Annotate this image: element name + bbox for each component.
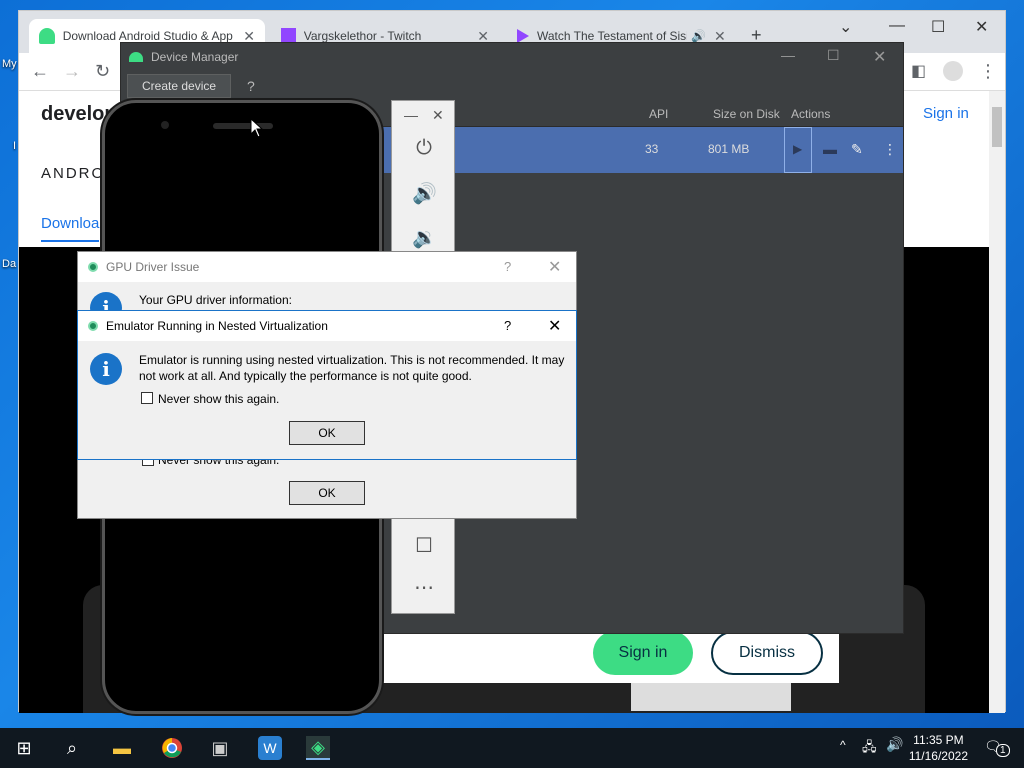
desktop-label-i: I: [13, 140, 17, 152]
camera-icon: [161, 121, 169, 129]
column-actions: Actions: [791, 107, 831, 121]
more-icon[interactable]: ⋯: [412, 575, 436, 600]
window-title: Device Manager: [151, 50, 239, 64]
edit-icon[interactable]: ✎: [851, 141, 863, 158]
column-api[interactable]: API: [649, 107, 668, 121]
close-window-icon[interactable]: ✕: [975, 17, 988, 37]
android-icon: [129, 52, 143, 62]
emulator-icon: [88, 321, 98, 331]
tab-title: Download Android Studio & App: [62, 29, 233, 43]
file-explorer-icon[interactable]: ▬: [110, 736, 134, 760]
dialog-title: Emulator Running in Nested Virtualizatio…: [106, 319, 328, 333]
info-icon: i: [90, 353, 122, 385]
network-icon[interactable]: 🖧: [862, 738, 877, 760]
device-manager-titlebar: Device Manager — ☐ ✕: [121, 43, 903, 71]
forward-icon[interactable]: →: [63, 61, 81, 82]
reload-icon[interactable]: ↻: [95, 61, 110, 82]
more-icon[interactable]: ⋮: [883, 141, 897, 158]
emulator-icon: [88, 262, 98, 272]
ok-button[interactable]: OK: [289, 481, 365, 505]
launch-button[interactable]: ▶: [784, 127, 812, 173]
device-manager-toolbar: Create device ?: [121, 71, 903, 101]
never-show-checkbox[interactable]: [141, 392, 153, 404]
create-device-button[interactable]: Create device: [127, 74, 232, 98]
date: 11/16/2022: [908, 749, 968, 763]
play-icon: ▶: [793, 142, 803, 156]
volume-up-icon[interactable]: 🔊: [412, 181, 437, 206]
dialog-message-line-2: not work at all. And typically the perfo…: [139, 369, 472, 383]
android-studio-icon[interactable]: ◈: [306, 736, 330, 760]
clock[interactable]: 11:35 PM 11/16/2022: [909, 732, 968, 764]
tab-search-icon[interactable]: ⌄: [839, 17, 852, 37]
help-button[interactable]: ?: [504, 259, 511, 274]
dialog-titlebar: GPU Driver Issue ? ✕: [78, 252, 576, 282]
dialog-title: GPU Driver Issue: [106, 260, 200, 274]
chrome-icon[interactable]: [160, 736, 184, 760]
dialog-message: Your GPU driver information:: [139, 293, 292, 307]
nav-link-download[interactable]: Downloa: [41, 215, 100, 242]
sidepanel-icon[interactable]: ◧: [911, 61, 926, 81]
help-button[interactable]: ?: [504, 318, 511, 333]
desktop-label-da: Da: [2, 258, 17, 270]
minimize-icon[interactable]: —: [781, 47, 795, 63]
back-icon[interactable]: ←: [31, 61, 49, 82]
dialog-titlebar: Emulator Running in Nested Virtualizatio…: [78, 311, 576, 341]
close-icon[interactable]: ✕: [548, 316, 561, 336]
windows-start-icon[interactable]: ⊞: [12, 736, 36, 760]
android-icon: [39, 28, 55, 44]
speaker-icon[interactable]: 🔊: [691, 29, 706, 43]
play-icon: [517, 29, 529, 43]
help-button[interactable]: ?: [247, 78, 255, 94]
folder-icon[interactable]: ▬: [823, 141, 837, 157]
nested-virtualization-dialog: Emulator Running in Nested Virtualizatio…: [77, 310, 577, 460]
volume-icon[interactable]: 🔊: [886, 736, 903, 753]
power-icon[interactable]: ⏻: [412, 137, 436, 160]
signin-link[interactable]: Sign in: [923, 105, 969, 122]
time: 11:35 PM: [913, 733, 964, 747]
screenshot-thumbnail: [631, 683, 791, 711]
maximize-icon[interactable]: ☐: [931, 17, 945, 37]
ok-button[interactable]: OK: [289, 421, 365, 445]
desktop-label-my: My: [2, 58, 17, 70]
profile-icon[interactable]: [943, 61, 963, 81]
device-size: 801 MB: [708, 142, 750, 156]
section-title: ANDRO: [41, 165, 106, 182]
app-installer-icon[interactable]: ▣: [208, 736, 232, 760]
mouse-cursor-icon: [250, 118, 264, 138]
tab-title: Vargskelethor - Twitch: [303, 29, 422, 43]
dialog-message-line-1: Emulator is running using nested virtual…: [139, 353, 565, 367]
signin-button[interactable]: Sign in: [593, 631, 693, 675]
checkbox-label: Never show this again.: [158, 392, 280, 406]
maximize-icon[interactable]: ☐: [827, 47, 840, 64]
column-size[interactable]: Size on Disk: [713, 107, 780, 121]
scroll-thumb[interactable]: [992, 107, 1002, 147]
close-icon[interactable]: ✕: [873, 47, 886, 67]
notification-badge: 1: [996, 744, 1010, 757]
menu-icon[interactable]: ⋮: [979, 61, 997, 82]
close-icon[interactable]: ✕: [548, 257, 561, 277]
volume-down-icon[interactable]: 🔉: [412, 225, 437, 250]
overview-icon[interactable]: ☐: [412, 533, 436, 558]
minimize-icon[interactable]: —: [889, 17, 905, 35]
speaker-grille: [213, 123, 273, 129]
wordpad-icon[interactable]: W: [258, 736, 282, 760]
tab-title: Watch The Testament of Sisi: [537, 29, 687, 43]
device-api: 33: [645, 142, 659, 156]
scrollbar[interactable]: [989, 91, 1005, 713]
close-icon[interactable]: ✕: [432, 107, 444, 124]
minimize-icon[interactable]: —: [404, 107, 418, 123]
search-icon[interactable]: ⌕: [60, 736, 84, 760]
dismiss-button[interactable]: Dismiss: [711, 631, 823, 675]
chevron-up-icon[interactable]: ^: [840, 738, 846, 752]
taskbar: ⊞ ⌕ ▬ ▣ W ◈ ^ 🖧 🔊 11:35 PM 11/16/2022 🗨 …: [0, 728, 1024, 768]
